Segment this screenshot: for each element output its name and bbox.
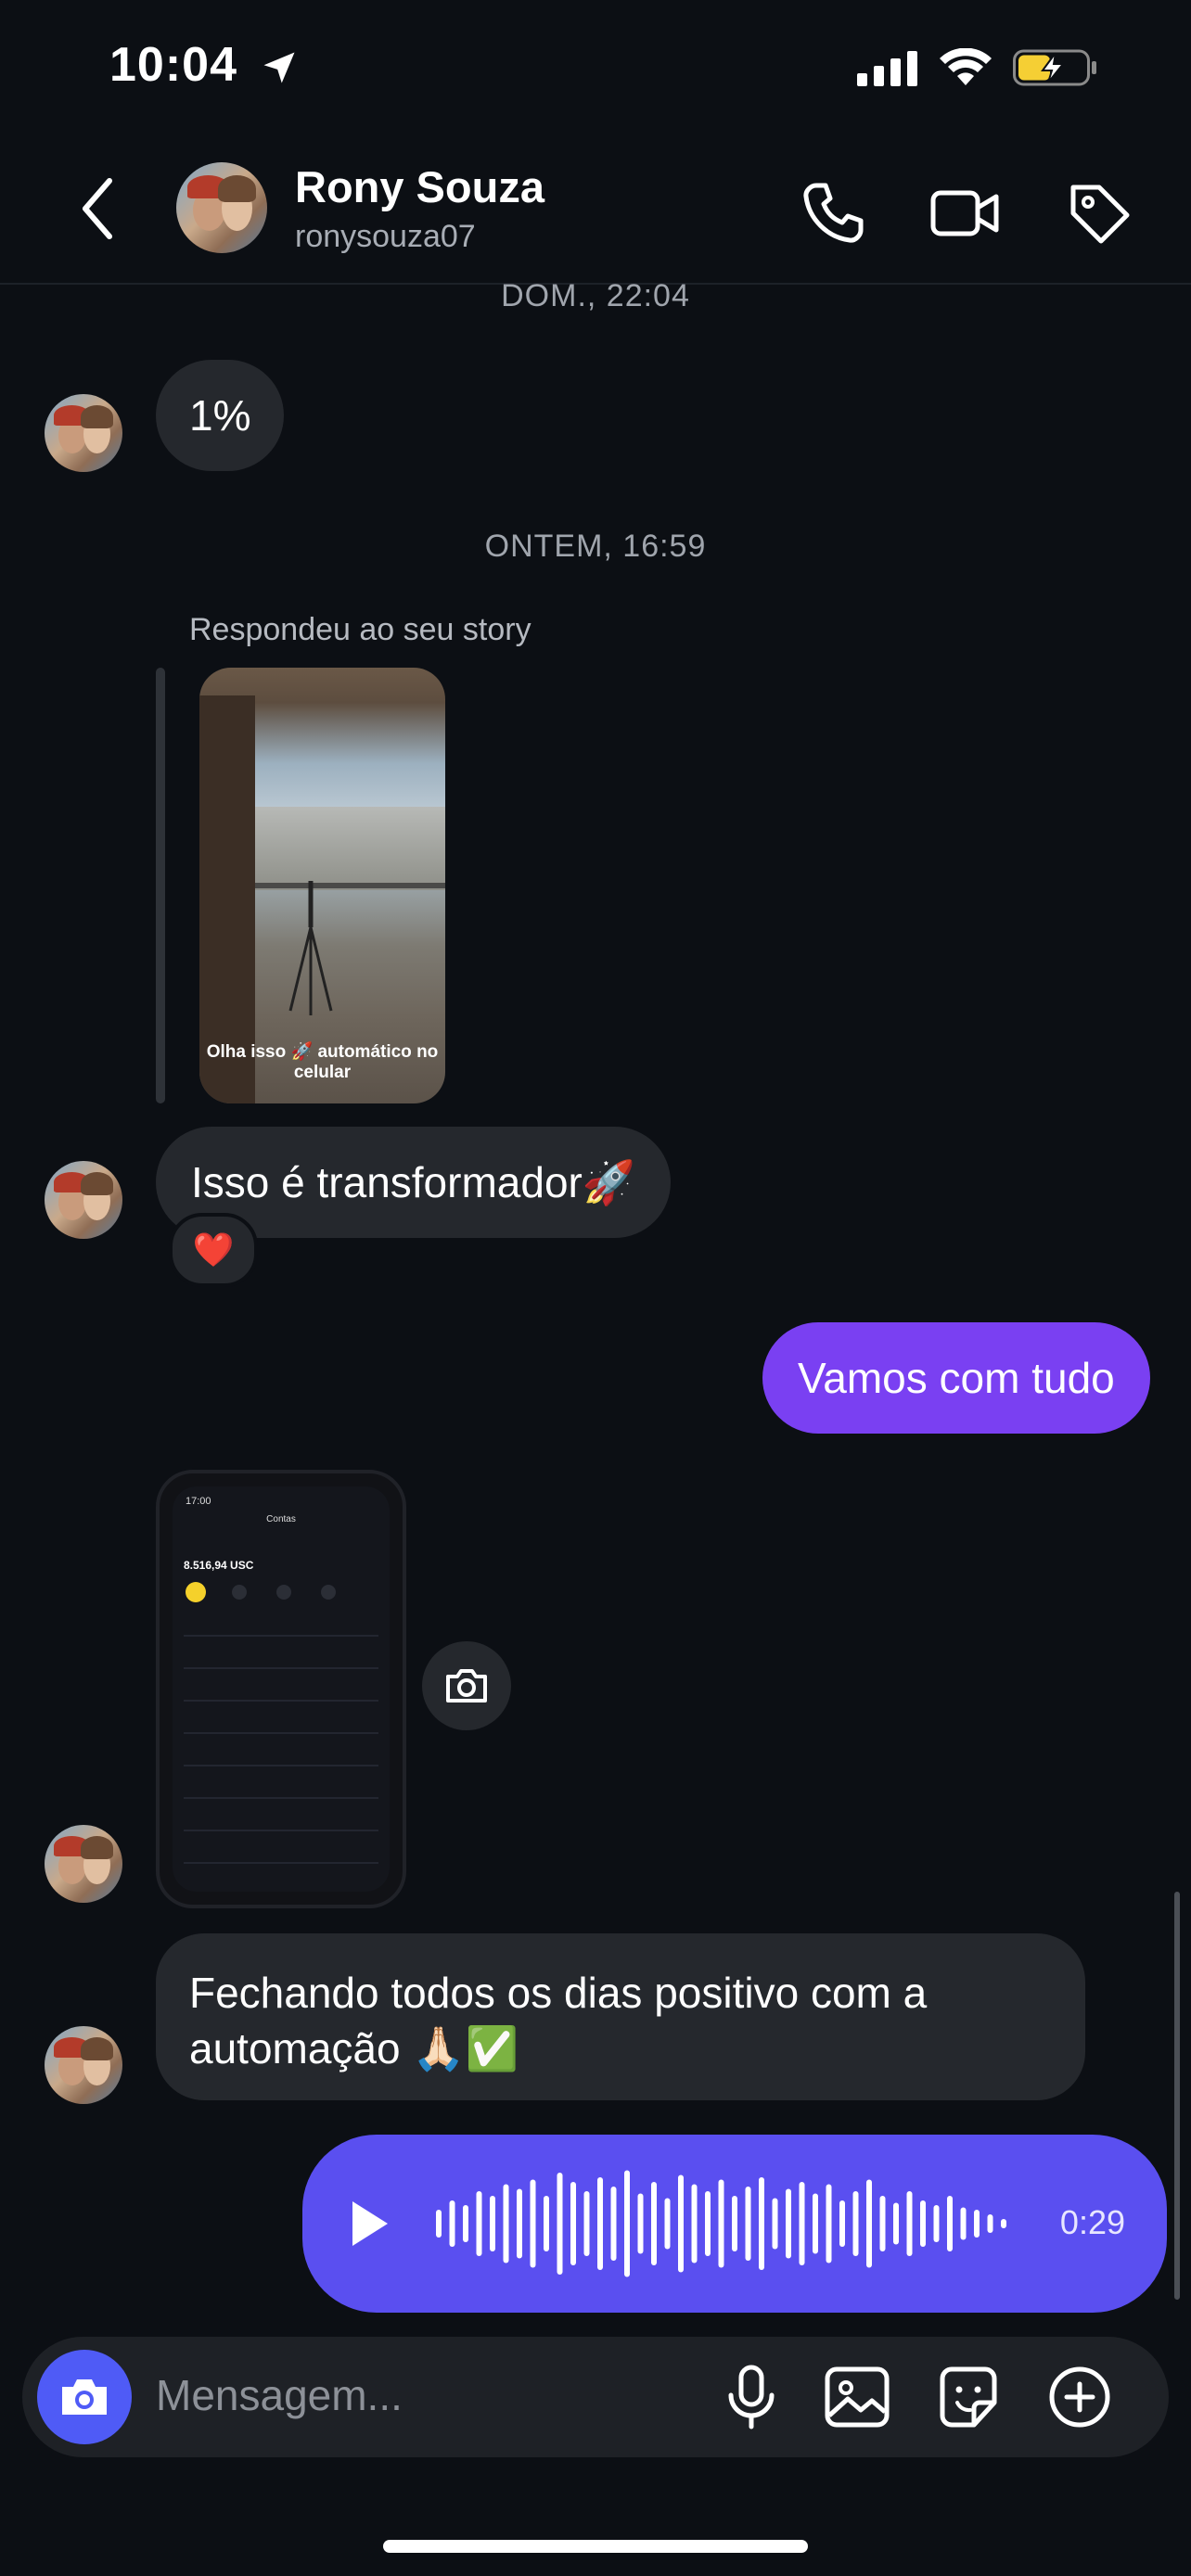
sender-avatar [45, 1825, 122, 1903]
voice-message[interactable]: 0:29 [302, 2135, 1167, 2313]
sticker-icon[interactable] [931, 2360, 1005, 2434]
screenshot-time: 17:00 [186, 1496, 211, 1507]
wifi-icon [940, 48, 992, 85]
battery-charging-icon [1013, 49, 1096, 86]
home-indicator [383, 2540, 808, 2553]
shared-screenshot[interactable]: 17:00 Contas 8.516,94 USC [156, 1470, 406, 1908]
waveform[interactable] [432, 2168, 1017, 2279]
reply-quote-line [156, 668, 165, 1103]
story-reply-label: Respondeu ao seu story [189, 612, 531, 647]
view-photo-button[interactable] [422, 1641, 511, 1730]
location-arrow-icon [263, 52, 295, 83]
message-bubble-percent[interactable]: 1% [156, 360, 285, 471]
heart-reaction: ❤️ [192, 1231, 235, 1269]
plus-icon[interactable] [1043, 2360, 1117, 2434]
status-icons [857, 48, 1098, 87]
camera-button[interactable] [37, 2350, 132, 2444]
header-avatar[interactable] [176, 162, 267, 253]
phone-icon[interactable] [796, 176, 870, 250]
message-text-line2: automação 🙏🏻✅ [189, 2024, 519, 2072]
camera-icon [62, 2379, 107, 2415]
screenshot-balance: 8.516,94 USC [184, 1559, 254, 1572]
status-time: 10:04 [109, 37, 300, 93]
sender-avatar [45, 394, 122, 472]
scroll-indicator [1174, 1892, 1180, 2300]
timestamp-yesterday: ONTEM, 16:59 [484, 529, 707, 564]
sender-avatar [45, 2026, 122, 2104]
tag-icon[interactable] [1062, 176, 1136, 250]
sender-avatar [45, 1161, 122, 1239]
video-icon[interactable] [928, 176, 1002, 250]
camera-icon [446, 1669, 487, 1702]
heart-reaction-badge[interactable]: ❤️ [169, 1213, 258, 1287]
status-time-text: 10:04 [109, 38, 237, 92]
message-text-line1: Fechando todos os dias positivo com a [189, 1969, 928, 2017]
story-caption: Olha isso 🚀 automático no celular [206, 1042, 439, 1082]
back-chevron-icon[interactable] [74, 172, 121, 246]
message-bubble-fechando[interactable]: Fechando todos os dias positivo com a au… [156, 1933, 1085, 2100]
message-bubble-vamos[interactable]: Vamos com tudo [762, 1322, 1150, 1434]
message-text: 1% [189, 391, 251, 440]
message-text: Isso é transformador🚀 [191, 1157, 636, 1206]
timestamp-sunday: DOM., 22:04 [501, 278, 690, 313]
microphone-icon[interactable] [714, 2360, 788, 2434]
voice-duration: 0:29 [1059, 2203, 1125, 2241]
contact-username[interactable]: ronysouza07 [295, 219, 476, 255]
message-text: Vamos com tudo [798, 1354, 1115, 1402]
message-input[interactable]: Mensagem... [156, 2370, 403, 2420]
play-icon[interactable] [347, 2198, 391, 2250]
cellular-signal-icon [857, 51, 917, 86]
image-icon[interactable] [820, 2360, 894, 2434]
screenshot-title: Contas [266, 1514, 296, 1524]
story-thumbnail[interactable]: Olha isso 🚀 automático no celular [199, 668, 445, 1103]
contact-name[interactable]: Rony Souza [295, 161, 544, 212]
